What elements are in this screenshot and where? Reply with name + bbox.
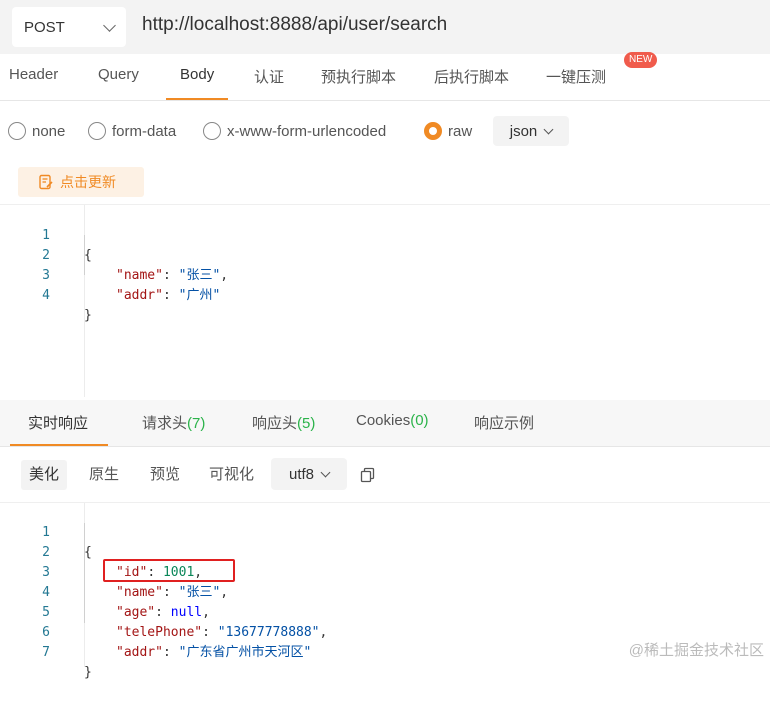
tab-request-headers[interactable]: 请求头(7) (142, 412, 205, 446)
response-view-bar: 美化 原生 预览 可视化 (0, 456, 770, 492)
code-line: 2 "name": "张三", (0, 226, 228, 283)
json-string: "张三" (178, 585, 221, 600)
url-input[interactable]: http://localhost:8888/api/user/search (142, 14, 447, 36)
document-edit-icon (39, 174, 53, 190)
update-button-label: 点击更新 (60, 174, 116, 190)
radio-circle-icon (203, 122, 221, 140)
tab-label: Cookies (356, 412, 411, 429)
radio-circle-icon (88, 122, 106, 140)
radio-form-data[interactable]: form-data (88, 115, 176, 147)
code-line: 1 { (0, 503, 92, 560)
encoding-label: utf8 (288, 465, 315, 483)
code-line: 7 } (0, 623, 92, 680)
request-url-bar: POST http://localhost:8888/api/user/sear… (0, 0, 770, 54)
line-number: 4 (42, 288, 50, 303)
radio-label: raw (448, 122, 473, 140)
json-string: "13677778888" (217, 625, 320, 640)
tab-realtime-response[interactable]: 实时响应 (10, 412, 109, 446)
code-line: 2 "id": 1001, (0, 523, 202, 580)
tab-query[interactable]: Query (98, 66, 139, 100)
tab-load-test[interactable]: 一键压测 (546, 66, 606, 100)
copy-icon[interactable] (360, 467, 376, 483)
view-preview-button[interactable]: 预览 (142, 460, 188, 490)
radio-none[interactable]: none (8, 115, 65, 147)
tab-response-example[interactable]: 响应示例 (474, 412, 534, 446)
code-text: } (84, 665, 92, 680)
tab-header[interactable]: Header (9, 66, 58, 100)
chevron-down-icon (543, 124, 554, 135)
radio-label: x-www-form-urlencoded (227, 122, 387, 140)
line-number: 7 (42, 645, 50, 660)
json-string: "广东省广州市天河区" (178, 645, 312, 660)
json-key: "addr" (116, 288, 163, 303)
json-string: "张三" (178, 268, 221, 283)
view-visualize-button[interactable]: 可视化 (201, 460, 262, 490)
encoding-select[interactable]: utf8 (271, 458, 347, 490)
code-text: } (84, 308, 92, 323)
count-badge: (7) (187, 415, 206, 432)
count-badge: (5) (297, 415, 316, 432)
tab-body[interactable]: Body (166, 66, 229, 100)
tab-label: 响应头 (252, 415, 298, 432)
json-key: "telePhone" (116, 625, 203, 640)
code-line: 3 "name": "张三", (0, 543, 228, 600)
radio-circle-icon (8, 122, 26, 140)
code-line: 1 { (0, 206, 92, 263)
update-button[interactable]: 点击更新 (18, 167, 144, 197)
chevron-down-icon (320, 467, 331, 478)
json-null: null (170, 605, 203, 620)
code-text: { (84, 545, 92, 560)
code-line: 6 "addr": "广东省广州市天河区" (0, 603, 311, 660)
json-key: "age" (116, 605, 156, 620)
raw-format-select[interactable]: json (493, 116, 569, 146)
annotation-highlight-box (103, 559, 235, 582)
json-key: "name" (116, 268, 163, 283)
method-label: POST (24, 18, 65, 36)
code-line: 3 "addr": "广州" (0, 246, 220, 303)
method-select[interactable]: POST (12, 7, 126, 47)
tab-response-headers[interactable]: 响应头(5) (252, 412, 315, 446)
new-badge: NEW (624, 52, 658, 68)
radio-raw[interactable]: raw (424, 115, 472, 147)
json-string: "广州" (178, 288, 221, 303)
response-tabs: 实时响应 请求头(7) 响应头(5) Cookies(0) 响应示例 (0, 400, 770, 447)
radio-urlencoded[interactable]: x-www-form-urlencoded (203, 115, 386, 147)
radio-label: none (32, 122, 66, 140)
editor-gutter-divider (84, 205, 85, 397)
count-badge: (0) (410, 412, 429, 429)
request-body-editor[interactable]: 1 { 2 "name": "张三", 3 "addr": "广州" 4 } (0, 204, 770, 397)
json-key: "addr" (116, 645, 163, 660)
tab-label: 请求头 (142, 415, 188, 432)
code-line: 5 "telePhone": "13677778888", (0, 583, 327, 640)
code-text: { (84, 248, 92, 263)
chevron-down-icon (103, 18, 116, 32)
radio-checked-icon (424, 122, 442, 140)
tab-post-script[interactable]: 后执行脚本 (434, 66, 509, 100)
indent-guide (84, 523, 85, 623)
json-key: "name" (116, 585, 163, 600)
raw-format-label: json (509, 122, 538, 140)
code-line: 4 } (0, 266, 92, 323)
watermark: @稀土掘金技术社区 (628, 642, 764, 659)
tab-auth[interactable]: 认证 (254, 66, 284, 100)
tab-pre-script[interactable]: 预执行脚本 (321, 66, 396, 100)
tab-cookies[interactable]: Cookies(0) (356, 412, 429, 446)
radio-label: form-data (112, 122, 177, 140)
view-raw-button[interactable]: 原生 (81, 460, 127, 490)
view-pretty-button[interactable]: 美化 (21, 460, 68, 490)
code-line: 4 "age": null, (0, 563, 210, 620)
